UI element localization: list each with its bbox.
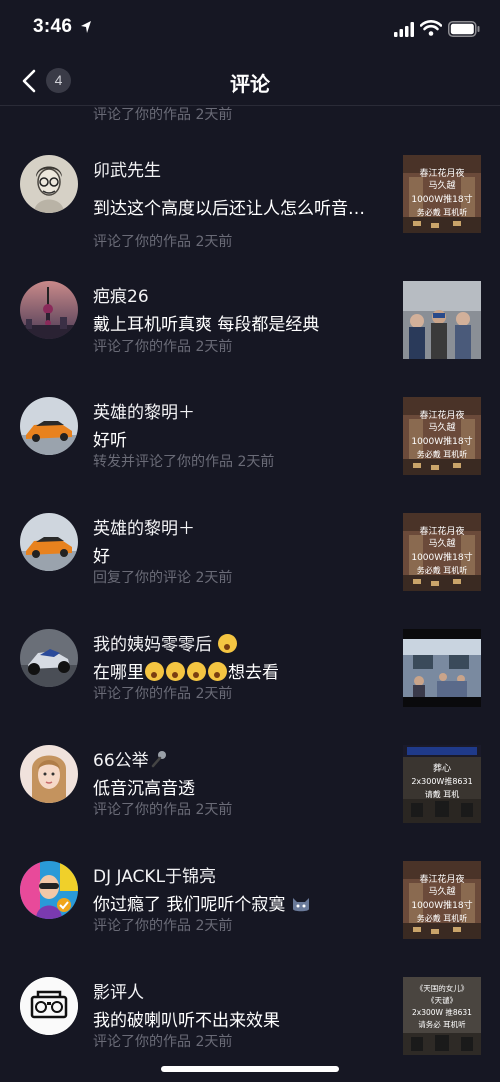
username-text: 我的姨妈零零后 (93, 635, 212, 655)
username[interactable]: 英雄的黎明＋ (93, 398, 195, 423)
comment-meta: 评论了你的作品 2天前 (93, 1034, 233, 1050)
comment-item[interactable]: 我的姨妈零零后 在哪里 想去看 评论了你的作品 2天前 (0, 622, 500, 732)
comment-meta: 评论了你的作品 2天前 (93, 339, 233, 355)
comment-meta: 评论了你的作品 2天前 (93, 918, 233, 934)
avatar[interactable] (20, 281, 78, 339)
battery-icon (448, 21, 480, 37)
comment-item[interactable]: DJ JACKL于锦亮 你过瘾了 我们呢听个寂寞 评论了你的作品 2天前 春江花… (0, 854, 500, 964)
thumbnail-caption: 春江花月夜 (419, 409, 464, 421)
flushed-emoji-icon (187, 662, 206, 681)
thumbnail-caption: 1000W推18寸 (411, 435, 472, 447)
comment-item[interactable]: 疤痕26 戴上耳机听真爽 每段都是经典 评论了你的作品 2天前 (0, 274, 500, 384)
avatar[interactable] (20, 155, 78, 213)
comment-item[interactable]: 英雄的黎明＋ 好 回复了你的评论 2天前 春江花月夜 马久越 1000W推18寸… (0, 506, 500, 616)
comment-meta: 评论了你的作品 2天前 (93, 107, 233, 123)
thumbnail-caption: 请务必 耳机听 (418, 1019, 466, 1029)
status-time: 3:46 (33, 16, 73, 37)
avatar[interactable] (20, 629, 78, 687)
video-thumbnail[interactable]: 春江花月夜 马久越 1000W推18寸 务必戴 耳机听 (403, 861, 481, 939)
video-thumbnail[interactable]: 《天国的女儿》 《天谴》 2x300W 推8631 请务必 耳机听 (403, 977, 481, 1055)
thumbnail-caption: 1000W推18寸 (411, 899, 472, 911)
thumbnail-caption: 2x300W 推8631 (412, 1007, 472, 1017)
thumbnail-caption: 马久越 (428, 179, 455, 191)
location-arrow-icon (81, 21, 91, 33)
video-thumbnail[interactable] (403, 281, 481, 359)
comment-text: 好听 (93, 431, 127, 451)
nav-bar: 4 评论 (0, 58, 500, 106)
avatar[interactable] (20, 977, 78, 1035)
thumbnail-caption: 2x300W推8631 (411, 776, 472, 786)
thumbnail-caption: 马久越 (428, 537, 455, 549)
username[interactable]: DJ JACKL于锦亮 (93, 862, 216, 887)
page-title: 评论 (230, 72, 270, 96)
flushed-emoji-icon (145, 662, 164, 681)
status-bar: 3:46 (0, 0, 500, 58)
thumbnail-caption: 务必戴 耳机听 (417, 565, 468, 575)
comment-item[interactable]: 卯武先生 到达这个高度以后还让人怎么听音… 评论了你的作品 2天前 春江花月夜 … (0, 148, 500, 258)
comment-text-part: 想去看 (228, 663, 279, 683)
thumbnail-caption: 1000W推18寸 (411, 551, 472, 563)
comment-item[interactable]: 影评人 我的破喇叭听不出来效果 评论了你的作品 2天前 《天国的女儿》 《天谴》… (0, 970, 500, 1080)
username-text: 66公举 (93, 751, 149, 771)
eye-roll-emoji-icon (218, 634, 238, 653)
comment-text: 戴上耳机听真爽 每段都是经典 (93, 315, 320, 335)
username[interactable]: 66公举 (93, 746, 169, 771)
thumbnail-caption: 春江花月夜 (419, 873, 464, 885)
comment-item[interactable]: 66公举 低音沉高音透 评论了你的作品 2天前 葬心 2x300W推8631 请… (0, 738, 500, 848)
cat-emoji-icon (292, 898, 309, 912)
thumbnail-caption: 务必戴 耳机听 (417, 913, 468, 923)
video-thumbnail[interactable] (403, 629, 481, 707)
thumbnail-caption: 请戴 耳机 (425, 789, 460, 799)
username[interactable]: 卯武先生 (93, 156, 161, 181)
comment-text: 在哪里 想去看 (93, 658, 279, 683)
comment-text: 好 (93, 547, 110, 567)
username[interactable]: 我的姨妈零零后 (93, 630, 238, 655)
thumbnail-caption: 务必戴 耳机听 (417, 449, 468, 459)
comment-text: 你过瘾了 我们呢听个寂寞 (93, 890, 311, 915)
thumbnail-caption: 马久越 (428, 421, 455, 433)
comment-text: 低音沉高音透 (93, 779, 195, 799)
comment-item[interactable]: 英雄的黎明＋ 好听 转发并评论了你的作品 2天前 春江花月夜 马久越 1000W… (0, 390, 500, 500)
avatar[interactable] (20, 397, 78, 455)
comment-meta: 转发并评论了你的作品 2天前 (93, 454, 275, 470)
wifi-icon (420, 20, 442, 36)
thumbnail-caption: 1000W推18寸 (411, 193, 472, 205)
username[interactable]: 疤痕26 (93, 282, 149, 307)
thumbnail-caption: 务必戴 耳机听 (417, 207, 468, 217)
thumbnail-caption: 《天国的女儿》 (416, 983, 469, 993)
thumbnail-caption: 马久越 (428, 885, 455, 897)
comment-meta: 评论了你的作品 2天前 (93, 802, 233, 818)
microphone-emoji-icon (151, 751, 166, 768)
comment-meta: 回复了你的评论 2天前 (93, 570, 233, 586)
thumbnail-caption: 葬心 (433, 762, 451, 774)
avatar[interactable] (20, 861, 78, 919)
video-thumbnail[interactable]: 葬心 2x300W推8631 请戴 耳机 (403, 745, 481, 823)
avatar[interactable] (20, 513, 78, 571)
username[interactable]: 影评人 (93, 978, 144, 1003)
cellular-signal-icon (394, 22, 414, 37)
thumbnail-caption: 《天谴》 (427, 995, 457, 1005)
comment-text-part: 你过瘾了 我们呢听个寂寞 (93, 895, 286, 915)
flushed-emoji-icon (208, 662, 227, 681)
flushed-emoji-icon (166, 662, 185, 681)
thumbnail-caption: 春江花月夜 (419, 525, 464, 537)
video-thumbnail[interactable]: 春江花月夜 马久越 1000W推18寸 务必戴 耳机听 (403, 397, 481, 475)
thumbnail-caption: 春江花月夜 (419, 167, 464, 179)
video-thumbnail[interactable]: 春江花月夜 马久越 1000W推18寸 务必戴 耳机听 (403, 513, 481, 591)
comment-text: 到达这个高度以后还让人怎么听音… (93, 199, 365, 219)
home-indicator[interactable] (161, 1066, 339, 1072)
username[interactable]: 英雄的黎明＋ (93, 514, 195, 539)
video-thumbnail[interactable]: 春江花月夜 马久越 1000W推18寸 务必戴 耳机听 (403, 155, 481, 233)
comment-meta: 评论了你的作品 2天前 (93, 686, 233, 702)
comment-text: 我的破喇叭听不出来效果 (93, 1011, 280, 1031)
avatar[interactable] (20, 745, 78, 803)
comment-meta: 评论了你的作品 2天前 (93, 234, 233, 250)
comment-text-part: 在哪里 (93, 663, 144, 683)
